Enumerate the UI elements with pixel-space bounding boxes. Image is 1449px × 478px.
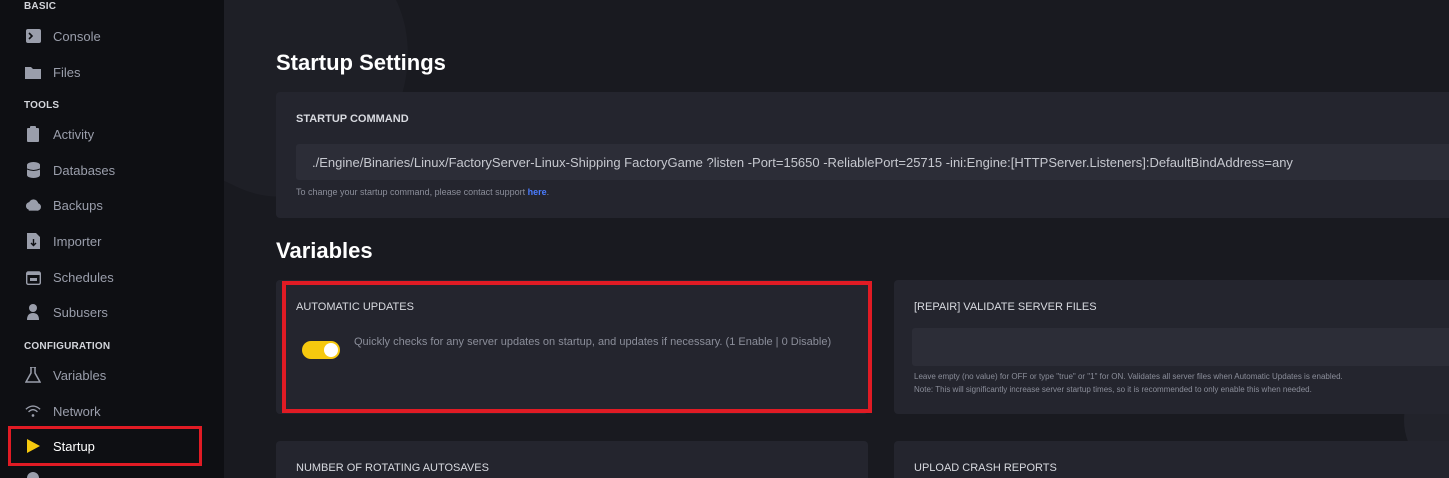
sidebar-item-cutoff: [0, 464, 224, 478]
sidebar-item-variables[interactable]: Variables: [0, 360, 224, 390]
sidebar-item-databases[interactable]: Databases: [0, 155, 224, 185]
sidebar-item-label: Network: [53, 403, 101, 419]
gear-icon: [25, 470, 41, 478]
wifi-icon: [25, 403, 41, 419]
sidebar-item-activity[interactable]: Activity: [0, 119, 224, 149]
variable-label: NUMBER OF ROTATING AUTOSAVES: [296, 462, 489, 474]
sidebar-item-label: Schedules: [53, 269, 114, 285]
clipboard-icon: [25, 126, 41, 142]
flask-icon: [25, 367, 41, 383]
page-title: Startup Settings: [276, 50, 446, 75]
support-link[interactable]: here: [528, 187, 547, 197]
sidebar-item-files[interactable]: Files: [0, 57, 224, 87]
sidebar-section-configuration: CONFIGURATION: [24, 341, 111, 352]
cloud-icon: [25, 197, 41, 213]
sidebar-item-label: Variables: [53, 367, 107, 383]
variables-title: Variables: [276, 238, 373, 263]
variable-card-validate-server-files: [REPAIR] VALIDATE SERVER FILES Leave emp…: [894, 280, 1449, 414]
calendar-icon: [25, 269, 41, 285]
startup-command-card: STARTUP COMMAND ./Engine/Binaries/Linux/…: [276, 92, 1449, 218]
sidebar-item-backups[interactable]: Backups: [0, 190, 224, 220]
sidebar-item-importer[interactable]: Importer: [0, 226, 224, 256]
automatic-updates-highlight-box: [282, 281, 872, 413]
startup-command-value: ./Engine/Binaries/Linux/FactoryServer-Li…: [296, 144, 1449, 180]
startup-highlight-box: [8, 426, 202, 466]
variable-label: UPLOAD CRASH REPORTS: [914, 462, 1057, 474]
sidebar-section-basic: BASIC: [24, 1, 57, 12]
variable-card-rotating-autosaves: NUMBER OF ROTATING AUTOSAVES: [276, 441, 868, 478]
sidebar-item-label: Console: [53, 28, 101, 44]
file-import-icon: [25, 233, 41, 249]
sidebar-item-label: Importer: [53, 233, 102, 249]
sidebar-item-label: Subusers: [53, 304, 108, 320]
hint-suffix: .: [546, 187, 550, 197]
sidebar-item-label: Files: [53, 64, 81, 80]
sidebar-section-tools: TOOLS: [24, 100, 60, 111]
variable-label: [REPAIR] VALIDATE SERVER FILES: [914, 301, 1097, 313]
startup-command-hint: To change your startup command, please c…: [296, 187, 549, 197]
user-icon: [25, 304, 41, 320]
hint-prefix: To change your startup command, please c…: [296, 187, 528, 197]
sidebar-item-network[interactable]: Network: [0, 396, 224, 426]
variable-description-line1: Leave empty (no value) for OFF or type "…: [914, 372, 1343, 381]
database-icon: [25, 162, 41, 178]
startup-command-label: STARTUP COMMAND: [296, 113, 409, 125]
sidebar-item-subusers[interactable]: Subusers: [0, 297, 224, 327]
sidebar-item-label: Databases: [53, 162, 116, 178]
sidebar-item-label: Activity: [53, 126, 95, 142]
sidebar-item-label: Backups: [53, 197, 103, 213]
sidebar-item-schedules[interactable]: Schedules: [0, 262, 224, 292]
validate-server-files-input[interactable]: [912, 328, 1449, 366]
sidebar-item-console[interactable]: Console: [0, 21, 224, 51]
terminal-icon: [25, 28, 41, 44]
sidebar: BASIC Console Files TOOLS Activity Datab…: [0, 0, 224, 478]
variable-card-upload-crash-reports: UPLOAD CRASH REPORTS: [894, 441, 1449, 478]
variable-description-line2: Note: This will significantly increase s…: [914, 385, 1312, 394]
folder-icon: [25, 64, 41, 80]
